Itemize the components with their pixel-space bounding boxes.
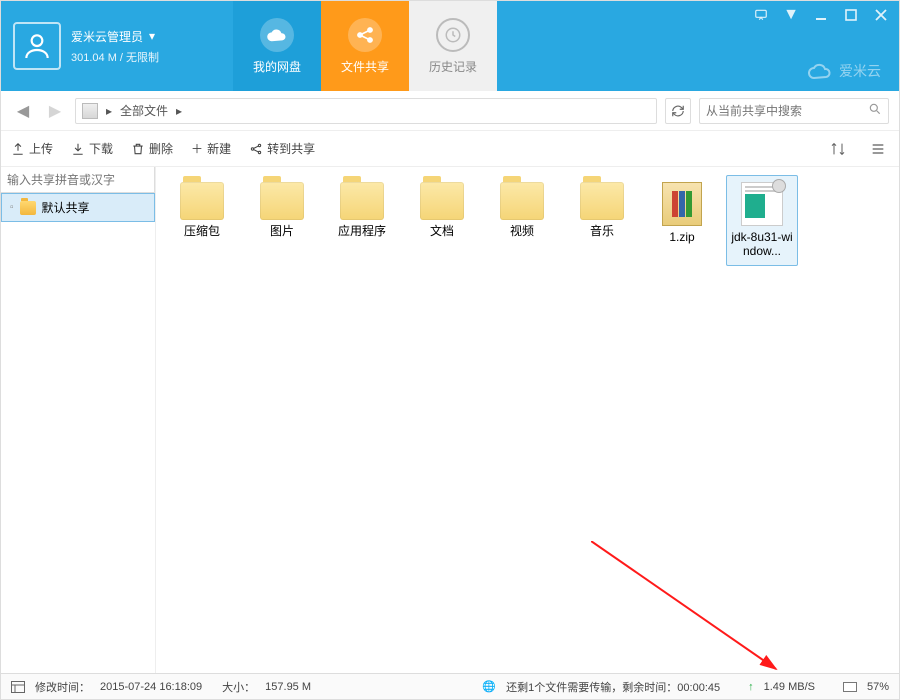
status-bar: 修改时间： 2015-07-24 16:18:09 大小： 157.95 M 🌐… (1, 673, 899, 699)
breadcrumb-sep: ▸ (176, 104, 182, 118)
search-box[interactable] (699, 98, 889, 124)
file-thumbnail (741, 182, 783, 226)
folder-icon (500, 182, 544, 220)
folder-icon (580, 182, 624, 220)
address-bar[interactable]: ▸ 全部文件 ▸ (75, 98, 657, 124)
breadcrumb-root[interactable]: 全部文件 (120, 102, 168, 119)
detail-icon (11, 680, 25, 694)
modified-label: 修改时间： (35, 679, 90, 695)
disk-icon (843, 682, 857, 692)
file-label: 压缩包 (184, 224, 220, 238)
new-button[interactable]: ＋新建 (191, 140, 231, 157)
tab-history[interactable]: 历史记录 (409, 1, 497, 91)
refresh-button[interactable] (665, 98, 691, 124)
user-name-dropdown[interactable]: 爱米云管理员 ▾ (71, 28, 159, 45)
size-value: 157.95 M (265, 681, 311, 693)
file-label: 文档 (430, 224, 454, 238)
chat-icon[interactable] (753, 7, 769, 23)
folder-item[interactable]: 文档 (406, 175, 478, 266)
chevron-down-icon: ▾ (149, 29, 155, 43)
upload-button[interactable]: 上传 (11, 140, 53, 157)
tab-file-share[interactable]: 文件共享 (321, 1, 409, 91)
clock-icon (436, 18, 470, 52)
file-label: 图片 (270, 224, 294, 238)
file-item[interactable]: 1.zip (646, 175, 718, 266)
sidebar-filter[interactable] (1, 167, 155, 193)
address-row: ◀ ▶ ▸ 全部文件 ▸ (1, 91, 899, 131)
folder-item[interactable]: 应用程序 (326, 175, 398, 266)
folder-item[interactable]: 压缩包 (166, 175, 238, 266)
sort-button[interactable] (827, 138, 849, 160)
minimize-button[interactable] (813, 7, 829, 23)
cloud-icon (807, 62, 833, 80)
folder-item[interactable]: 音乐 (566, 175, 638, 266)
folder-icon (20, 201, 36, 215)
user-name: 爱米云管理员 (71, 28, 143, 45)
main-area: ▫ 默认共享 压缩包 图片 应用程序 文档 视频 音乐 1.zip jdk-8u31-wind… (1, 167, 899, 673)
file-label: 音乐 (590, 224, 614, 238)
sidebar-filter-input[interactable] (1, 167, 154, 192)
download-button[interactable]: 下载 (71, 140, 113, 157)
file-label: 视频 (510, 224, 534, 238)
file-grid[interactable]: 压缩包 图片 应用程序 文档 视频 音乐 1.zip jdk-8u31-window... (156, 167, 899, 673)
tree-toggle-icon[interactable]: ▫ (10, 202, 14, 213)
view-mode-button[interactable] (867, 138, 889, 160)
nav-back-button[interactable]: ◀ (11, 99, 35, 123)
sidebar-item-default-share[interactable]: ▫ 默认共享 (1, 193, 155, 222)
search-icon[interactable] (868, 102, 882, 119)
upload-speed: 1.49 MB/S (764, 681, 815, 693)
globe-icon: 🌐 (482, 680, 496, 694)
menu-dropdown-icon[interactable]: ▼ (783, 7, 799, 23)
file-label: 1.zip (669, 230, 694, 244)
share-button[interactable]: 转到共享 (249, 140, 315, 157)
maximize-button[interactable] (843, 7, 859, 23)
folder-icon (340, 182, 384, 220)
folder-item[interactable]: 图片 (246, 175, 318, 266)
drive-icon (82, 103, 98, 119)
nav-forward-button[interactable]: ▶ (43, 99, 67, 123)
breadcrumb-sep: ▸ (106, 104, 112, 118)
delete-button[interactable]: 删除 (131, 140, 173, 157)
folder-icon (260, 182, 304, 220)
window-controls: ▼ (753, 7, 889, 23)
avatar[interactable] (13, 22, 61, 70)
folder-icon (180, 182, 224, 220)
share-icon (348, 18, 382, 52)
close-button[interactable] (873, 7, 889, 23)
sidebar-item-label: 默认共享 (42, 199, 90, 216)
modified-value: 2015-07-24 16:18:09 (100, 681, 202, 693)
folder-item[interactable]: 视频 (486, 175, 558, 266)
zip-icon (662, 182, 702, 226)
main-tabs: 我的网盘 文件共享 历史记录 (233, 1, 497, 91)
cloud-icon (260, 18, 294, 52)
brand-logo: 爱米云 (807, 61, 881, 81)
file-item[interactable]: jdk-8u31-window... (726, 175, 798, 266)
tab-my-disk[interactable]: 我的网盘 (233, 1, 321, 91)
sidebar: ▫ 默认共享 (1, 167, 156, 673)
file-label: jdk-8u31-window... (729, 230, 795, 259)
action-toolbar: 上传 下载 删除 ＋新建 转到共享 (1, 131, 899, 167)
search-input[interactable] (706, 104, 868, 118)
title-bar: 爱米云管理员 ▾ 301.04 M / 无限制 我的网盘 文件共享 历史记录 (1, 1, 899, 91)
file-label: 应用程序 (338, 224, 386, 238)
user-block: 爱米云管理员 ▾ 301.04 M / 无限制 (1, 1, 233, 91)
quota-text: 301.04 M / 无限制 (71, 49, 159, 65)
plus-icon: ＋ (191, 140, 203, 157)
transfer-status[interactable]: 还剩1个文件需要传输，剩余时间：00:00:45 (506, 679, 720, 695)
disk-percent: 57% (867, 681, 889, 693)
upload-arrow-icon: ↑ (748, 681, 754, 693)
folder-icon (420, 182, 464, 220)
size-label: 大小： (222, 679, 255, 695)
